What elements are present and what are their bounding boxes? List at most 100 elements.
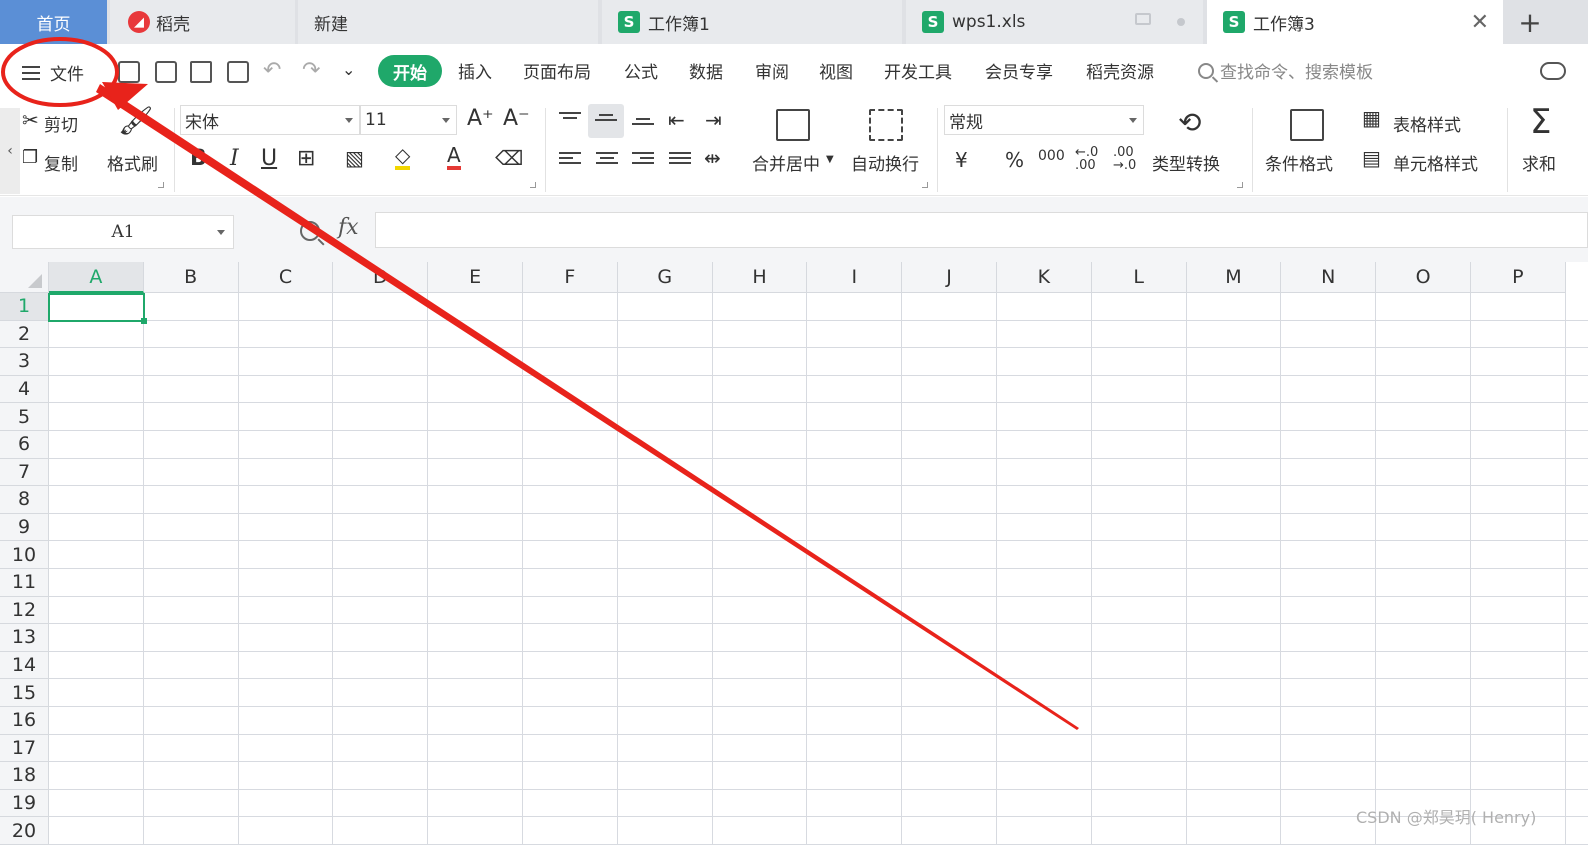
dialog-launcher-icon[interactable] xyxy=(158,182,164,188)
save-icon[interactable] xyxy=(118,61,140,83)
align-left-icon[interactable] xyxy=(559,152,581,170)
row-header-20[interactable]: 20 xyxy=(0,817,49,845)
column-header-l[interactable]: L xyxy=(1091,262,1187,293)
spreadsheet-grid[interactable]: A B C D E F G H I J K L M N O P 1 2 3 4 5 6 7 8 9 10 11 12 13 14 15 16 1… xyxy=(0,262,1588,845)
fill-pattern-icon[interactable]: ▧ xyxy=(345,146,364,170)
borders-icon[interactable]: ⊞ xyxy=(297,146,315,171)
align-center-icon[interactable] xyxy=(596,152,618,170)
zoom-icon[interactable] xyxy=(300,221,320,241)
active-cell-a1[interactable] xyxy=(48,293,147,324)
column-header-g[interactable]: G xyxy=(617,262,713,293)
fx-icon[interactable]: fx xyxy=(338,215,359,240)
row-header-15[interactable]: 15 xyxy=(0,679,49,707)
column-header-e[interactable]: E xyxy=(428,262,523,293)
row-header-3[interactable]: 3 xyxy=(0,348,49,376)
column-header-h[interactable]: H xyxy=(712,262,808,293)
tab-start[interactable]: 开始 xyxy=(378,55,442,87)
tab-new[interactable]: 新建 xyxy=(298,0,598,44)
row-header-16[interactable]: 16 xyxy=(0,707,49,735)
column-header-i[interactable]: I xyxy=(807,262,903,293)
column-header-c[interactable]: C xyxy=(238,262,334,293)
underline-button[interactable]: U xyxy=(261,146,277,171)
font-size-select[interactable]: 11 xyxy=(360,105,457,135)
menu-daoke-resources[interactable]: 稻壳资源 xyxy=(1086,58,1154,83)
column-header-o[interactable]: O xyxy=(1376,262,1471,293)
column-header-d[interactable]: D xyxy=(333,262,429,293)
format-painter-button[interactable]: 格式刷 xyxy=(107,150,158,175)
currency-button[interactable]: ¥ xyxy=(955,148,968,172)
command-search[interactable]: 查找命令、搜索模板 xyxy=(1198,58,1373,83)
column-header-b[interactable]: B xyxy=(143,262,239,293)
row-header-1[interactable]: 1 xyxy=(0,293,49,321)
column-header-j[interactable]: J xyxy=(902,262,997,293)
tab-home[interactable]: 首页 xyxy=(0,0,107,44)
row-header-17[interactable]: 17 xyxy=(0,734,49,763)
tab-wps1[interactable]: S wps1.xls xyxy=(906,0,1203,44)
fill-color-icon[interactable]: ◇ xyxy=(395,144,411,170)
dialog-launcher-icon[interactable] xyxy=(530,182,536,188)
cloud-sync-icon[interactable] xyxy=(1540,62,1566,80)
row-header-2[interactable]: 2 xyxy=(0,320,49,349)
eraser-icon[interactable]: ⌫ xyxy=(495,146,523,170)
bold-button[interactable]: B xyxy=(190,146,207,171)
align-right-icon[interactable] xyxy=(632,152,654,170)
increase-indent-icon[interactable]: ⇥ xyxy=(705,108,722,132)
row-header-18[interactable]: 18 xyxy=(0,762,49,790)
menu-member[interactable]: 会员专享 xyxy=(985,58,1053,83)
export-pdf-icon[interactable] xyxy=(155,61,177,83)
font-name-select[interactable]: 宋体 xyxy=(180,105,360,135)
column-header-f[interactable]: F xyxy=(523,262,618,293)
menu-review[interactable]: 审阅 xyxy=(755,58,789,83)
percent-button[interactable]: % xyxy=(1005,148,1024,172)
row-header-8[interactable]: 8 xyxy=(0,486,49,514)
column-header-m[interactable]: M xyxy=(1186,262,1282,293)
menu-insert[interactable]: 插入 xyxy=(458,58,492,83)
increase-decimal-icon[interactable]: ←.0.00 xyxy=(1075,146,1098,172)
fill-handle[interactable] xyxy=(141,318,147,324)
print-preview-icon[interactable] xyxy=(227,61,249,83)
row-header-9[interactable]: 9 xyxy=(0,513,49,542)
decrease-font-icon[interactable]: A⁻ xyxy=(503,106,530,131)
name-box[interactable]: A1 xyxy=(12,215,234,249)
thousands-separator-button[interactable]: 000 xyxy=(1038,148,1065,164)
row-header-4[interactable]: 4 xyxy=(0,375,49,404)
print-icon[interactable] xyxy=(190,61,212,83)
close-icon[interactable]: ✕ xyxy=(1471,10,1489,35)
align-top-icon[interactable] xyxy=(559,112,581,130)
new-tab-button[interactable]: + xyxy=(1507,0,1553,44)
cell-style-button[interactable]: 单元格样式 xyxy=(1393,150,1478,175)
distributed-align-icon[interactable]: ⇹ xyxy=(704,146,721,170)
menu-page-layout[interactable]: 页面布局 xyxy=(523,58,591,83)
align-middle-icon[interactable] xyxy=(595,114,617,132)
redo-icon[interactable]: ↷ xyxy=(302,58,320,83)
row-header-14[interactable]: 14 xyxy=(0,651,49,680)
row-header-7[interactable]: 7 xyxy=(0,458,49,487)
menu-data[interactable]: 数据 xyxy=(689,58,723,83)
number-format-select[interactable]: 常规 xyxy=(944,105,1144,135)
row-header-19[interactable]: 19 xyxy=(0,789,49,818)
table-style-button[interactable]: 表格样式 xyxy=(1393,111,1461,136)
row-header-10[interactable]: 10 xyxy=(0,541,49,569)
copy-button[interactable]: 复制 xyxy=(44,150,78,175)
tab-workbook3[interactable]: S 工作簿3 ✕ xyxy=(1207,0,1503,44)
ribbon-scroll-left-button[interactable]: ‹ xyxy=(0,108,20,194)
row-header-11[interactable]: 11 xyxy=(0,569,49,597)
undo-icon[interactable]: ↶ xyxy=(263,58,281,83)
row-header-12[interactable]: 12 xyxy=(0,596,49,625)
row-header-6[interactable]: 6 xyxy=(0,431,49,459)
column-header-p[interactable]: P xyxy=(1471,262,1566,293)
quick-access-dropdown-icon[interactable]: ⌄ xyxy=(342,60,355,79)
conditional-format-button[interactable]: 条件格式 xyxy=(1265,150,1333,175)
column-header-n[interactable]: N xyxy=(1281,262,1377,293)
sum-button[interactable]: 求和 xyxy=(1522,150,1556,175)
dialog-launcher-icon[interactable] xyxy=(922,182,928,188)
cut-button[interactable]: 剪切 xyxy=(44,111,78,136)
italic-button[interactable]: I xyxy=(230,146,239,171)
decrease-decimal-icon[interactable]: .00 →.0 xyxy=(1113,146,1136,172)
file-menu-button[interactable]: 文件 xyxy=(22,60,84,85)
chevron-down-icon[interactable]: ▼ xyxy=(826,154,834,165)
row-header-5[interactable]: 5 xyxy=(0,403,49,431)
row-header-13[interactable]: 13 xyxy=(0,624,49,652)
dialog-launcher-icon[interactable] xyxy=(1237,182,1243,188)
auto-wrap-button[interactable]: 自动换行 xyxy=(851,150,919,175)
